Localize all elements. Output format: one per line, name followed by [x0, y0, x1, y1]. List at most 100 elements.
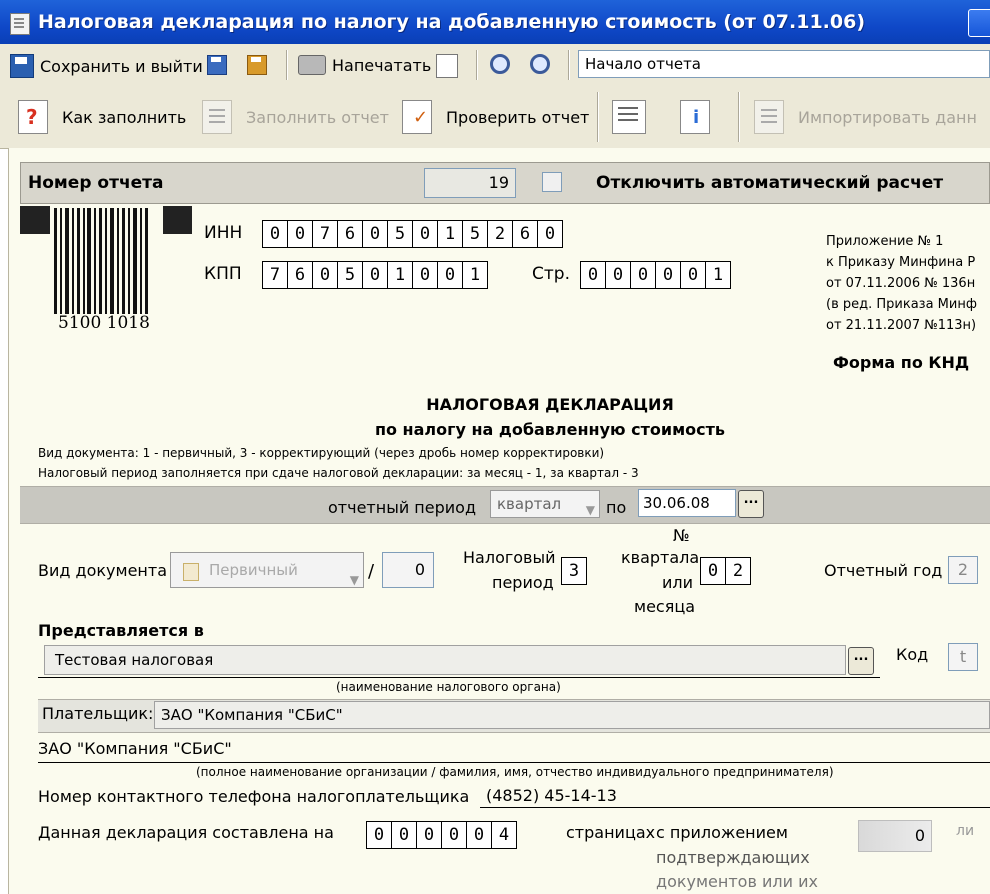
pages-label: Данная декларация составлена на: [38, 823, 334, 842]
period-dropdown[interactable]: квартал ▼: [490, 490, 600, 518]
fill-report-label: Заполнить отчет: [246, 107, 389, 127]
check-report-button[interactable]: Проверить отчет: [402, 100, 589, 134]
toolbar-separator: [568, 50, 570, 80]
inn-digit: 7: [313, 221, 338, 247]
kpp-digit: 6: [288, 262, 313, 288]
kpp-digit: 0: [313, 262, 338, 288]
pages-digit: 0: [442, 822, 467, 848]
check-document-icon: [402, 100, 432, 134]
pages-cells[interactable]: 000004: [366, 821, 517, 849]
doc-type-label: Вид документа: [38, 561, 168, 580]
find-next-button[interactable]: [530, 54, 556, 74]
toolbar-secondary: Как заполнить Заполнить отчет Проверить …: [0, 86, 990, 149]
report-number-field[interactable]: 19: [424, 168, 516, 198]
pages-digit: 0: [467, 822, 492, 848]
import-icon: [754, 100, 784, 134]
printer-icon: [298, 55, 326, 75]
import-data-button[interactable]: Импортировать данн: [754, 100, 977, 134]
quarter-label: месяца: [634, 597, 696, 616]
pages-digit: 0: [417, 822, 442, 848]
save-button[interactable]: [207, 55, 233, 75]
pages-docs: документов или их: [656, 872, 818, 891]
date-picker-button[interactable]: ...: [738, 490, 764, 518]
print-preview-button[interactable]: [436, 54, 464, 78]
payer-caption: (полное наименование организации / фамил…: [196, 765, 834, 779]
authority-field[interactable]: Тестовая налоговая: [44, 645, 846, 675]
authority-label: Представляется в: [38, 621, 204, 640]
tax-period-cells[interactable]: 3: [561, 557, 587, 585]
kpp-cells[interactable]: 760501001: [262, 261, 488, 289]
pages-digit: 4: [498, 825, 510, 845]
tax-period-label: Налоговый: [463, 548, 556, 567]
kpp-digit: 0: [363, 262, 388, 288]
toolbar-separator: [597, 92, 599, 142]
authority-picker-button[interactable]: ...: [848, 647, 874, 675]
inn-digit: 5: [388, 221, 413, 247]
appendix-count-field[interactable]: 0: [858, 820, 932, 852]
fill-report-button[interactable]: Заполнить отчет: [202, 100, 389, 134]
kpp-digit: 5: [338, 262, 363, 288]
period-label: отчетный период: [328, 498, 477, 517]
document-icon: [10, 13, 30, 35]
doc-type-note: Вид документа: 1 - первичный, 3 - коррек…: [38, 446, 605, 460]
quarter-label: квартала: [621, 548, 700, 567]
doc-type-dropdown[interactable]: Первичный ▼: [170, 552, 364, 588]
page-digit: 0: [631, 262, 656, 288]
how-to-fill-button[interactable]: Как заполнить: [18, 100, 186, 134]
kpp-label: КПП: [204, 264, 242, 284]
pages-after: страницах: [566, 823, 656, 842]
page-cells[interactable]: 000001: [580, 261, 731, 289]
print-button[interactable]: Напечатать: [298, 55, 431, 75]
print-preview-icon: [436, 54, 458, 78]
quarter-digit: 0: [701, 558, 726, 584]
save-exit-label: Сохранить и выйти: [40, 56, 203, 76]
find-button[interactable]: [490, 54, 516, 74]
info-icon: [680, 100, 710, 134]
quarter-label: или: [662, 573, 694, 592]
payer-underline: [38, 762, 990, 763]
period-value: квартал: [497, 495, 562, 513]
barcode-number: 5100 1018: [58, 313, 150, 333]
inn-label: ИНН: [204, 223, 243, 243]
inn-digit: 5: [463, 221, 488, 247]
page-digit: 0: [681, 262, 706, 288]
auto-calc-checkbox[interactable]: [542, 172, 562, 192]
appendix-line: от 21.11.2007 №113н): [826, 318, 977, 333]
report-window: Налоговая декларация по налогу на добавл…: [0, 0, 990, 894]
title-bar: Налоговая декларация по налогу на добавл…: [0, 0, 990, 44]
quarter-digit: 2: [732, 561, 744, 581]
phone-value[interactable]: (4852) 45-14-13: [486, 786, 617, 805]
phone-label: Номер контактного телефона налогоплатель…: [38, 787, 470, 806]
pages-with-app: с приложением: [656, 823, 788, 842]
inn-cells[interactable]: 007605015260: [262, 220, 563, 248]
save-exit-button[interactable]: Сохранить и выйти: [10, 54, 203, 78]
inn-digit: 0: [288, 221, 313, 247]
archive-button[interactable]: [612, 100, 660, 134]
archive-icon: [612, 100, 646, 134]
to-label: по: [606, 498, 627, 517]
year-label: Отчетный год: [824, 561, 943, 580]
payer-label: Плательщик:: [42, 704, 154, 723]
to-date-field[interactable]: 30.06.08: [638, 489, 736, 517]
page-digit: 0: [606, 262, 631, 288]
year-field[interactable]: 2: [948, 556, 978, 584]
chevron-down-icon: ▼: [349, 573, 359, 587]
section-combo[interactable]: Начало отчета: [578, 50, 990, 78]
page-digit: 0: [581, 262, 606, 288]
quarter-cells[interactable]: 02: [700, 557, 751, 585]
inn-digit: 0: [413, 221, 438, 247]
inn-digit: 2: [488, 221, 513, 247]
code-field[interactable]: t: [948, 643, 978, 671]
authority-caption: (наименование налогового органа): [336, 680, 561, 694]
page-digit: 1: [712, 265, 724, 285]
payer-field[interactable]: ЗАО "Компания "СБиС": [154, 701, 990, 729]
appendix-line: Приложение № 1: [826, 234, 944, 249]
search-next-icon: [530, 54, 550, 74]
correction-field[interactable]: 0: [382, 552, 434, 588]
info-button[interactable]: [680, 100, 724, 134]
tax-period-digit: 3: [568, 561, 580, 581]
how-to-fill-label: Как заполнить: [62, 107, 187, 127]
pages-digit: 0: [392, 822, 417, 848]
minimize-button[interactable]: [968, 9, 990, 37]
save-as-button[interactable]: [247, 55, 273, 75]
